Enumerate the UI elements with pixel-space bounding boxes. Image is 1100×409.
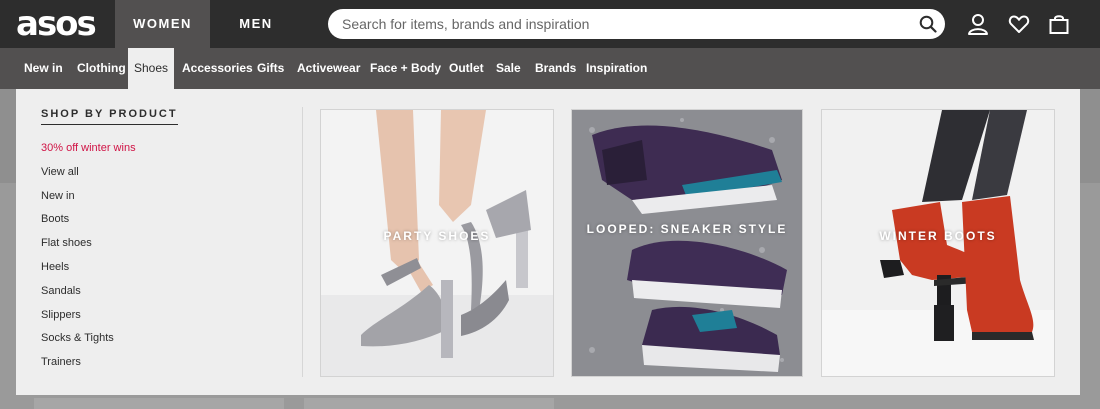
link-boots[interactable]: Boots — [41, 208, 136, 232]
shoes-dropdown-panel: SHOP BY PRODUCT 30% off winter wins View… — [16, 89, 1080, 395]
background-product-card — [34, 398, 284, 409]
top-header: asos WOMEN MEN — [0, 0, 1100, 48]
search-icon[interactable] — [919, 15, 937, 33]
shop-by-product-heading: SHOP BY PRODUCT — [41, 108, 178, 125]
nav-item-face-body[interactable]: Face + Body — [370, 48, 441, 89]
link-socks-tights[interactable]: Socks & Tights — [41, 327, 136, 351]
tile-label: WINTER BOOTS — [879, 229, 997, 243]
link-slippers[interactable]: Slippers — [41, 304, 136, 328]
tile-party-shoes[interactable]: PARTY SHOES — [320, 109, 554, 377]
link-trainers[interactable]: Trainers — [41, 351, 136, 375]
tile-label: PARTY SHOES — [383, 229, 491, 243]
nav-item-inspiration[interactable]: Inspiration — [586, 48, 647, 89]
background-product-card — [304, 398, 554, 409]
column-divider — [302, 107, 303, 377]
nav-item-new-in[interactable]: New in — [24, 48, 63, 89]
nav-item-activewear[interactable]: Activewear — [297, 48, 360, 89]
link-sandals[interactable]: Sandals — [41, 280, 136, 304]
tile-label: LOOPED: SNEAKER STYLE — [586, 222, 788, 236]
tile-looped-sneaker-style[interactable]: LOOPED: SNEAKER STYLE — [571, 109, 803, 377]
search-input[interactable] — [342, 9, 912, 39]
account-icon[interactable] — [967, 13, 989, 35]
tab-women[interactable]: WOMEN — [115, 0, 210, 48]
asos-logo[interactable]: asos — [16, 4, 97, 44]
nav-item-gifts[interactable]: Gifts — [257, 48, 284, 89]
link-view-all[interactable]: View all — [41, 161, 136, 185]
link-heels[interactable]: Heels — [41, 256, 136, 280]
nav-item-clothing[interactable]: Clothing — [77, 48, 126, 89]
search-bar — [328, 9, 945, 39]
party-shoes-image — [321, 110, 553, 376]
heart-icon[interactable] — [1008, 13, 1030, 35]
link-new-in[interactable]: New in — [41, 185, 136, 209]
nav-item-sale[interactable]: Sale — [496, 48, 521, 89]
nav-item-outlet[interactable]: Outlet — [449, 48, 484, 89]
link-flat-shoes[interactable]: Flat shoes — [41, 232, 136, 256]
nav-item-shoes[interactable]: Shoes — [128, 48, 174, 89]
category-nav: New in Clothing Shoes Accessories Gifts … — [0, 48, 1100, 89]
product-link-list: 30% off winter wins View all New in Boot… — [41, 137, 136, 375]
bag-icon[interactable] — [1048, 13, 1070, 35]
winter-boots-image — [822, 110, 1054, 376]
tile-winter-boots[interactable]: WINTER BOOTS — [821, 109, 1055, 377]
sneakers-image — [572, 110, 802, 376]
link-promo-winter-wins[interactable]: 30% off winter wins — [41, 137, 136, 161]
tab-men[interactable]: MEN — [210, 0, 302, 48]
nav-item-accessories[interactable]: Accessories — [182, 48, 253, 89]
nav-item-brands[interactable]: Brands — [535, 48, 576, 89]
